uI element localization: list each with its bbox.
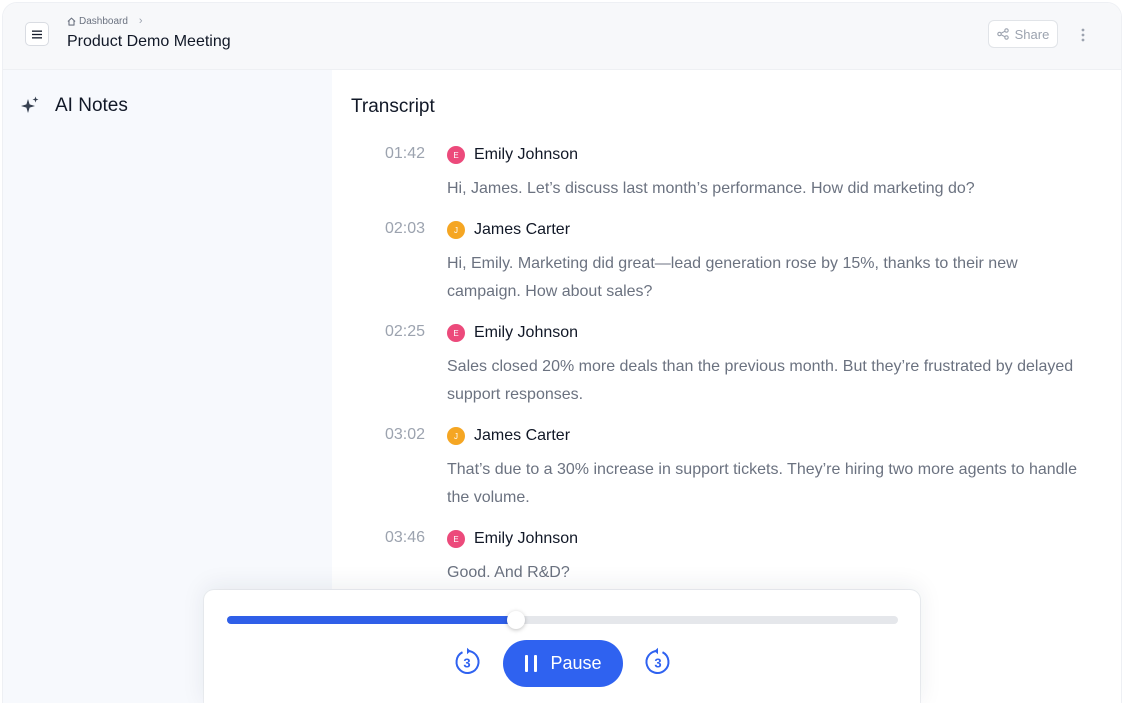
avatar: J <box>447 221 465 239</box>
timestamp[interactable]: 03:46 <box>385 529 425 547</box>
utterance-text: That’s due to a 30% increase in support … <box>447 461 1077 506</box>
share-icon <box>996 28 1009 40</box>
transcript-entry[interactable]: 03:02 J James Carter That’s due to a 30%… <box>332 423 1121 512</box>
timestamp[interactable]: 03:02 <box>385 426 425 444</box>
avatar: J <box>447 427 465 445</box>
speaker-name: James Carter <box>474 221 571 238</box>
rewind-3s-button[interactable]: 3 <box>452 647 482 677</box>
pause-icon <box>525 655 538 672</box>
speaker-row: E Emily Johnson <box>447 320 1121 346</box>
speaker-name: Emily Johnson <box>474 146 579 163</box>
progress-track[interactable] <box>227 611 898 629</box>
transcript-entry[interactable]: 01:42 E Emily Johnson Hi, James. Let’s d… <box>332 142 1121 203</box>
speaker-name: Emily Johnson <box>474 324 579 341</box>
ai-notes-title: AI Notes <box>55 95 128 116</box>
more-options-button[interactable] <box>1073 23 1093 47</box>
app-window: Dashboard › Product Demo Meeting Share A… <box>3 3 1121 703</box>
share-button[interactable]: Share <box>988 20 1058 48</box>
utterance-text: Sales closed 20% more deals than the pre… <box>447 358 1074 403</box>
more-vertical-icon <box>1081 28 1085 42</box>
transcript-entry[interactable]: 03:46 E Emily Johnson Good. And R&D? <box>332 526 1121 587</box>
transcript-list: 01:42 E Emily Johnson Hi, James. Let’s d… <box>332 142 1121 601</box>
page-title: Product Demo Meeting <box>67 33 231 50</box>
top-bar: Dashboard › Product Demo Meeting Share <box>3 3 1121 70</box>
audio-player: 3 Pause 3 <box>204 590 920 703</box>
ai-notes-header[interactable]: AI Notes <box>19 95 128 117</box>
timestamp[interactable]: 02:25 <box>385 323 425 341</box>
avatar: E <box>447 146 465 164</box>
pause-button[interactable]: Pause <box>503 640 623 687</box>
utterance-text: Hi, Emily. Marketing did great—lead gene… <box>447 255 1018 300</box>
speaker-row: J James Carter <box>447 423 1121 449</box>
pause-label: Pause <box>550 653 602 673</box>
progress-thumb[interactable] <box>506 611 525 629</box>
transcript-entry[interactable]: 02:25 E Emily Johnson Sales closed 20% m… <box>332 320 1121 409</box>
menu-button[interactable] <box>25 22 49 46</box>
timestamp[interactable]: 02:03 <box>385 220 425 238</box>
breadcrumb: Dashboard › <box>67 15 143 27</box>
avatar: E <box>447 324 465 342</box>
sparkles-icon <box>21 96 39 113</box>
forward-3s-button[interactable]: 3 <box>643 647 673 677</box>
breadcrumb-dashboard-link[interactable]: Dashboard <box>79 16 128 27</box>
progress-fill <box>227 616 516 624</box>
speaker-name: Emily Johnson <box>474 530 579 547</box>
transcript-title: Transcript <box>351 96 435 117</box>
timestamp[interactable]: 01:42 <box>385 145 425 163</box>
chevron-right-icon: › <box>138 15 143 27</box>
rewind-seconds: 3 <box>463 656 470 671</box>
share-label: Share <box>1014 26 1050 42</box>
home-icon <box>67 17 76 26</box>
hamburger-icon <box>32 30 42 38</box>
speaker-row: E Emily Johnson <box>447 142 1121 168</box>
avatar: E <box>447 530 465 548</box>
speaker-row: E Emily Johnson <box>447 526 1121 552</box>
speaker-name: James Carter <box>474 427 571 444</box>
speaker-row: J James Carter <box>447 217 1121 243</box>
utterance-text: Good. And R&D? <box>447 564 570 581</box>
forward-seconds: 3 <box>654 656 661 671</box>
utterance-text: Hi, James. Let’s discuss last month’s pe… <box>447 180 975 197</box>
transcript-entry[interactable]: 02:03 J James Carter Hi, Emily. Marketin… <box>332 217 1121 306</box>
